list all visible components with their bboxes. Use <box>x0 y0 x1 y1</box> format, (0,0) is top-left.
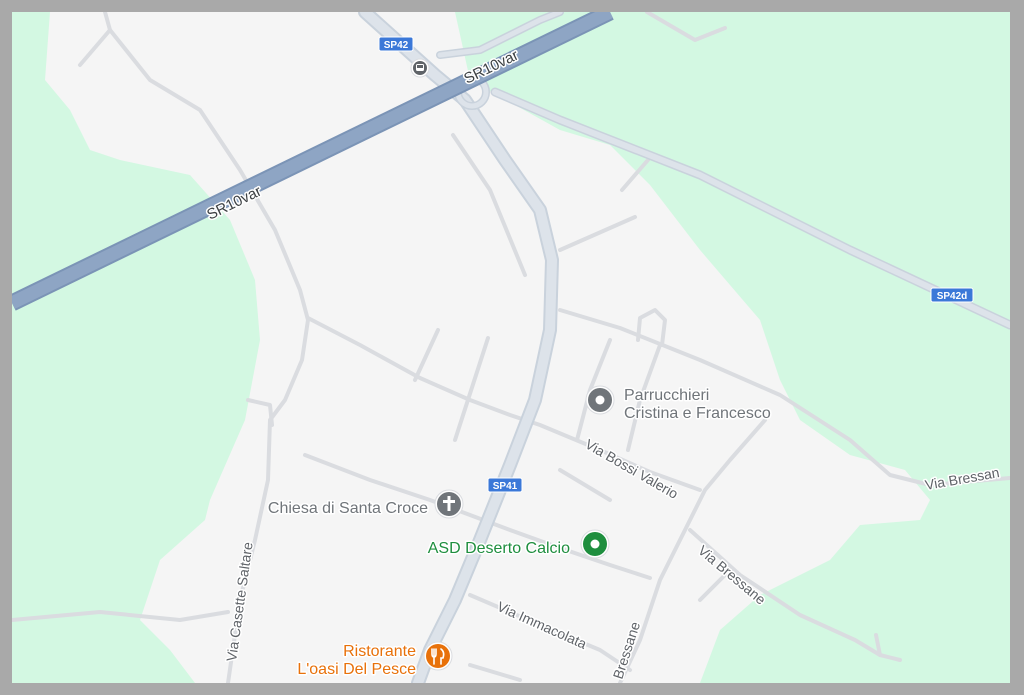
shield-sp42d-label: SP42d <box>937 291 968 302</box>
shield-sp42d: SP42d <box>930 287 974 303</box>
shield-sp41-label: SP41 <box>493 481 518 492</box>
poi-ristorante-label-2: L'oasi Del Pesce <box>297 661 416 678</box>
shield-sp41: SP41 <box>487 477 523 493</box>
poi-chiesa-label: Chiesa di Santa Croce <box>268 500 428 517</box>
map-canvas[interactable]: SR10var SR10var SP42 SP42d SP41 Via Bres… <box>12 12 1010 683</box>
restaurant-icon <box>426 644 450 668</box>
poi-parrucchieri-label-2: Cristina e Francesco <box>624 405 771 422</box>
poi-ristorante-label-1: Ristorante <box>343 643 416 660</box>
poi-asd-label: ASD Deserto Calcio <box>428 540 570 557</box>
shield-sp42: SP42 <box>378 36 414 52</box>
map-svg[interactable]: SR10var SR10var SP42 SP42d SP41 Via Bres… <box>12 12 1010 683</box>
poi-parrucchieri-label-1: Parrucchieri <box>624 387 709 404</box>
shield-sp42-label: SP42 <box>384 40 409 51</box>
bus-stop-marker[interactable] <box>410 58 430 78</box>
